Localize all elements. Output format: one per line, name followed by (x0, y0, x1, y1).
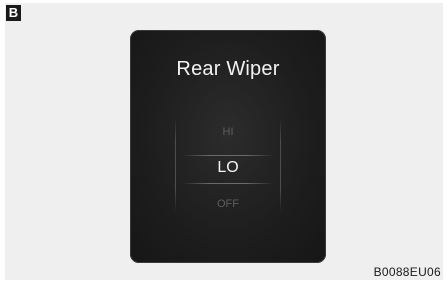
figure-frame: B Rear Wiper HI LO OFF B0088EU06 (0, 0, 447, 285)
selection-highlight-top (182, 155, 274, 156)
option-hi[interactable]: HI (130, 126, 326, 138)
figure-code: B0088EU06 (373, 265, 441, 279)
selection-highlight-bottom (182, 183, 274, 184)
display-title: Rear Wiper (176, 58, 280, 80)
figure-badge: B (6, 5, 21, 21)
rear-wiper-display: Rear Wiper HI LO OFF (130, 30, 326, 263)
option-off[interactable]: OFF (130, 198, 326, 210)
option-lo-selected[interactable]: LO (130, 159, 326, 177)
